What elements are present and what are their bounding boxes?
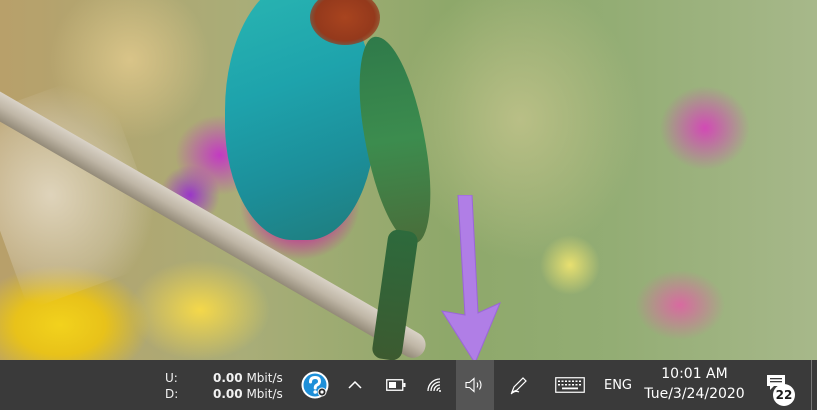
clock-date: Tue/3/24/2020 bbox=[644, 386, 745, 402]
chevron-up-icon[interactable] bbox=[342, 360, 368, 410]
download-label: D: bbox=[165, 387, 179, 401]
notification-count-badge: 22 bbox=[773, 384, 795, 406]
network-meter-labels: U: D: bbox=[165, 370, 178, 402]
download-rate: 0.00 Mbit/s bbox=[213, 386, 283, 402]
upload-label: U: bbox=[165, 371, 178, 385]
pen-workspace-icon[interactable] bbox=[503, 360, 535, 410]
download-value: 0.00 bbox=[213, 387, 243, 401]
download-unit: Mbit/s bbox=[246, 387, 283, 401]
volume-button[interactable] bbox=[456, 360, 494, 410]
desktop: U: D: 0.00 Mbit/s 0.00 Mbit/s ENG 10:01 … bbox=[0, 0, 817, 410]
wifi-icon[interactable] bbox=[420, 360, 450, 410]
upload-unit: Mbit/s bbox=[246, 371, 283, 385]
upload-rate: 0.00 Mbit/s bbox=[213, 370, 283, 386]
touch-keyboard-icon[interactable] bbox=[550, 360, 590, 410]
show-desktop-button[interactable] bbox=[811, 360, 812, 410]
volume-icon bbox=[465, 377, 482, 393]
pointer-arrow-icon bbox=[440, 195, 501, 365]
network-meter-values: 0.00 Mbit/s 0.00 Mbit/s bbox=[213, 370, 283, 402]
help-icon[interactable] bbox=[298, 360, 332, 410]
upload-value: 0.00 bbox=[213, 371, 243, 385]
taskbar: U: D: 0.00 Mbit/s 0.00 Mbit/s ENG 10:01 … bbox=[0, 360, 817, 410]
clock-time: 10:01 AM bbox=[661, 366, 728, 382]
clock[interactable]: 10:01 AM Tue/3/24/2020 bbox=[642, 364, 747, 404]
battery-icon[interactable] bbox=[381, 360, 411, 410]
input-language-indicator[interactable]: ENG bbox=[601, 360, 635, 410]
action-center-button[interactable]: 22 bbox=[760, 360, 800, 410]
